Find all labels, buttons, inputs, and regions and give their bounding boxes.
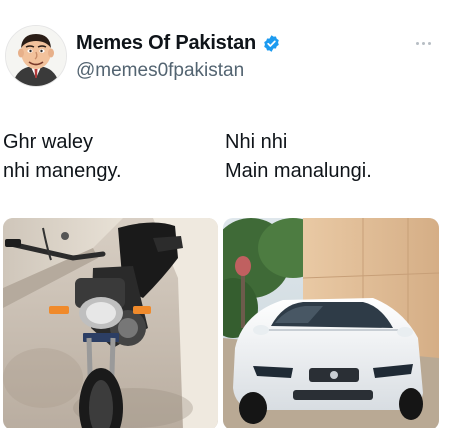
media-image-motorcycle[interactable]: [3, 218, 218, 428]
more-dot: [427, 41, 431, 45]
caption-left-line2: nhi manengy.: [3, 160, 122, 182]
avatar[interactable]: [5, 25, 67, 87]
more-dots-icon[interactable]: [410, 34, 436, 52]
caption-right-line1: Nhi nhi: [225, 131, 288, 153]
more-dot: [421, 41, 425, 45]
caption-right: Nhi nhi Main manalungi.: [225, 128, 372, 186]
caption-right-line2: Main manalungi.: [225, 160, 372, 182]
verified-badge-icon: [264, 35, 279, 52]
media-image-car[interactable]: [223, 218, 439, 428]
author-display-name[interactable]: Memes Of Pakistan: [76, 32, 256, 55]
caption-left: Ghr waley nhi manengy.: [3, 128, 122, 186]
author-handle[interactable]: @memes0fpakistan: [76, 60, 244, 82]
more-dot: [415, 41, 419, 45]
caption-left-line1: Ghr waley: [3, 131, 94, 153]
white-car-photo-icon: [223, 218, 439, 428]
tweet: Memes Of Pakistan @memes0fpakistan Ghr w…: [0, 0, 450, 428]
cartoon-man-avatar-icon: [6, 26, 66, 86]
motorcycle-photo-icon: [3, 218, 218, 428]
author-name-row: Memes Of Pakistan: [76, 32, 281, 55]
